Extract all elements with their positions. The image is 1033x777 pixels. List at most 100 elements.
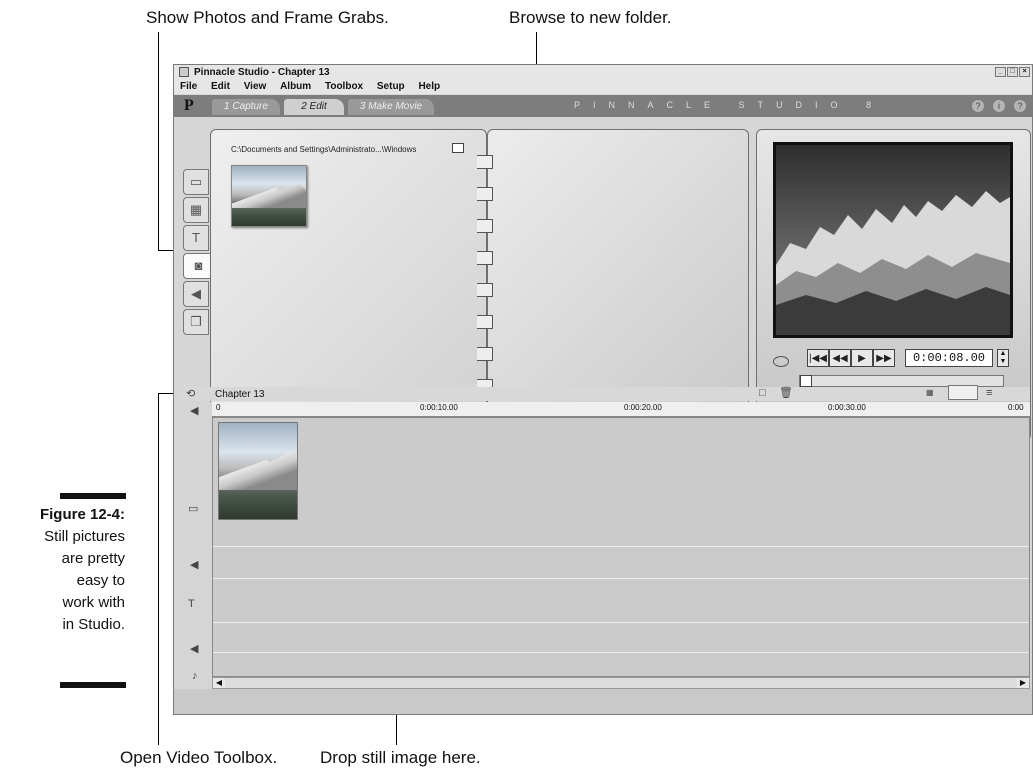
title-track-icon: T bbox=[188, 598, 195, 610]
caption-line: easy to bbox=[76, 572, 125, 589]
tab-capture[interactable]: 1 Capture bbox=[212, 99, 280, 115]
ring-icon bbox=[477, 315, 493, 329]
pinnacle-logo-icon: P bbox=[184, 97, 194, 114]
timecode-display[interactable]: 0:00:08.00 bbox=[905, 349, 993, 367]
photo-thumbnail[interactable] bbox=[231, 165, 307, 227]
mountain-image bbox=[232, 166, 306, 226]
caption-line: work with bbox=[62, 594, 125, 611]
timeline-title: Chapter 13 bbox=[215, 389, 265, 400]
open-video-toolbox-icon[interactable]: ⟲ bbox=[186, 387, 195, 400]
sound-effect-track-icon: ◀ bbox=[190, 643, 199, 655]
split-clip-icon[interactable]: □ bbox=[759, 387, 766, 399]
menu-view[interactable]: View bbox=[244, 81, 267, 92]
mode-bar: P 1 Capture 2 Edit 3 Make Movie PINNACLE… bbox=[174, 95, 1032, 117]
callout-line-show-photos bbox=[158, 32, 159, 250]
help-icons: ? i ? bbox=[972, 100, 1026, 112]
mountain-image bbox=[219, 423, 297, 519]
storyboard-view-icon[interactable]: ▦ bbox=[926, 388, 934, 397]
caption-line: are pretty bbox=[61, 550, 125, 567]
menu-toolbox[interactable]: Toolbox bbox=[325, 81, 363, 92]
caption-top-bar bbox=[60, 493, 126, 499]
info-icon[interactable]: i bbox=[993, 100, 1005, 112]
close-icon[interactable]: × bbox=[1019, 67, 1030, 77]
trash-icon[interactable]: 🗑 bbox=[779, 386, 793, 399]
window-title: Pinnacle Studio - Chapter 13 bbox=[194, 67, 330, 78]
timeline-tracks[interactable] bbox=[212, 417, 1030, 677]
text-view-icon[interactable]: ≡ bbox=[986, 387, 992, 399]
ruler-label: 0:00:30.00 bbox=[828, 403, 866, 412]
video-scenes-tab-icon[interactable]: ▭ bbox=[183, 169, 209, 195]
menu-album[interactable]: Album bbox=[280, 81, 311, 92]
timeline-ruler: 0 0:00:10.00 0:00:20.00 0:00:30.00 0:00 bbox=[212, 402, 1030, 417]
app-icon bbox=[179, 67, 189, 77]
music-track-icon: ♪ bbox=[192, 670, 198, 682]
ruler-label: 0:00:10.00 bbox=[420, 403, 458, 412]
maximize-icon[interactable]: □ bbox=[1007, 67, 1018, 77]
scroll-left-icon[interactable]: ◀ bbox=[213, 678, 225, 688]
track-divider bbox=[213, 622, 1029, 623]
transitions-tab-icon[interactable]: ▦ bbox=[183, 197, 209, 223]
timeline-header bbox=[182, 387, 1030, 401]
ruler-label: 0:00 bbox=[1008, 403, 1024, 412]
audio-track-icon: ◀ bbox=[190, 405, 199, 417]
still-image-clip[interactable] bbox=[218, 422, 298, 520]
eye-icon[interactable] bbox=[773, 356, 789, 367]
window-bottom-strip bbox=[174, 689, 1032, 714]
callout-show-photos: Show Photos and Frame Grabs. bbox=[146, 8, 389, 27]
ring-icon bbox=[477, 155, 493, 169]
menus-tab-icon[interactable]: ❐ bbox=[183, 309, 209, 335]
brand-label: PINNACLE STUDIO 8 bbox=[574, 100, 885, 110]
menu-help[interactable]: Help bbox=[418, 81, 440, 92]
track-icons-column: ◀ ▭ ◀ T ◀ ♪ bbox=[182, 402, 212, 692]
callout-browse-folder: Browse to new folder. bbox=[509, 8, 672, 27]
rewind-icon[interactable]: ◀◀ bbox=[829, 349, 851, 367]
track-divider bbox=[213, 546, 1029, 547]
track-divider bbox=[213, 578, 1029, 579]
menu-setup[interactable]: Setup bbox=[377, 81, 405, 92]
video-track-icon: ▭ bbox=[188, 503, 199, 515]
scrubber-handle[interactable] bbox=[800, 375, 812, 387]
callout-open-video-toolbox: Open Video Toolbox. bbox=[120, 748, 278, 767]
ring-icon bbox=[477, 187, 493, 201]
ruler-label: 0:00:20.00 bbox=[624, 403, 662, 412]
ring-icon bbox=[477, 347, 493, 361]
caption-bottom-bar bbox=[60, 682, 126, 688]
ring-icon bbox=[477, 251, 493, 265]
menu-file[interactable]: File bbox=[180, 81, 197, 92]
caption-line: Still pictures bbox=[44, 528, 125, 545]
timeline-view-icon[interactable] bbox=[948, 385, 978, 400]
menu-bar: File Edit View Album Toolbox Setup Help bbox=[174, 80, 1032, 94]
caption-line: in Studio. bbox=[62, 616, 125, 633]
track-divider bbox=[213, 652, 1029, 653]
folder-path: C:\Documents and Settings\Administrato..… bbox=[231, 145, 417, 154]
browse-folder-icon[interactable] bbox=[452, 143, 464, 153]
figure-label: Figure 12-4: bbox=[39, 506, 125, 523]
transport-buttons: |◀◀ ◀◀ ▶ ▶▶ bbox=[807, 349, 895, 367]
ring-icon bbox=[477, 283, 493, 297]
app-window: Pinnacle Studio - Chapter 13 _ □ × File … bbox=[173, 64, 1033, 715]
callout-drop-still: Drop still image here. bbox=[320, 748, 481, 767]
menu-edit[interactable]: Edit bbox=[211, 81, 230, 92]
ring-icon bbox=[477, 219, 493, 233]
help-icon[interactable]: ? bbox=[972, 100, 984, 112]
go-to-start-icon[interactable]: |◀◀ bbox=[807, 349, 829, 367]
titles-tab-icon[interactable]: T bbox=[183, 225, 209, 251]
window-controls: _ □ × bbox=[995, 67, 1030, 77]
ruler-label: 0 bbox=[216, 403, 221, 412]
fast-forward-icon[interactable]: ▶▶ bbox=[873, 349, 895, 367]
play-icon[interactable]: ▶ bbox=[851, 349, 873, 367]
callout-line-toolbox bbox=[158, 393, 159, 745]
title-bar: Pinnacle Studio - Chapter 13 _ □ × bbox=[174, 65, 1032, 80]
scroll-right-icon[interactable]: ▶ bbox=[1017, 678, 1029, 688]
timeline-scrollbar[interactable]: ◀ ▶ bbox=[212, 677, 1030, 689]
minimize-icon[interactable]: _ bbox=[995, 67, 1006, 77]
tab-edit[interactable]: 2 Edit bbox=[284, 99, 344, 115]
sound-effects-tab-icon[interactable]: ◀ bbox=[183, 281, 209, 307]
preview-screen bbox=[773, 142, 1013, 338]
preview-mountain-image bbox=[776, 145, 1010, 335]
tab-make-movie[interactable]: 3 Make Movie bbox=[348, 99, 434, 115]
photos-frame-grabs-tab-icon[interactable]: ◙ bbox=[183, 253, 213, 279]
timecode-spinner-icon[interactable]: ▲ ▼ bbox=[997, 349, 1009, 367]
figure-caption: Figure 12-4: Still pictures are pretty e… bbox=[0, 504, 125, 636]
question-icon[interactable]: ? bbox=[1014, 100, 1026, 112]
